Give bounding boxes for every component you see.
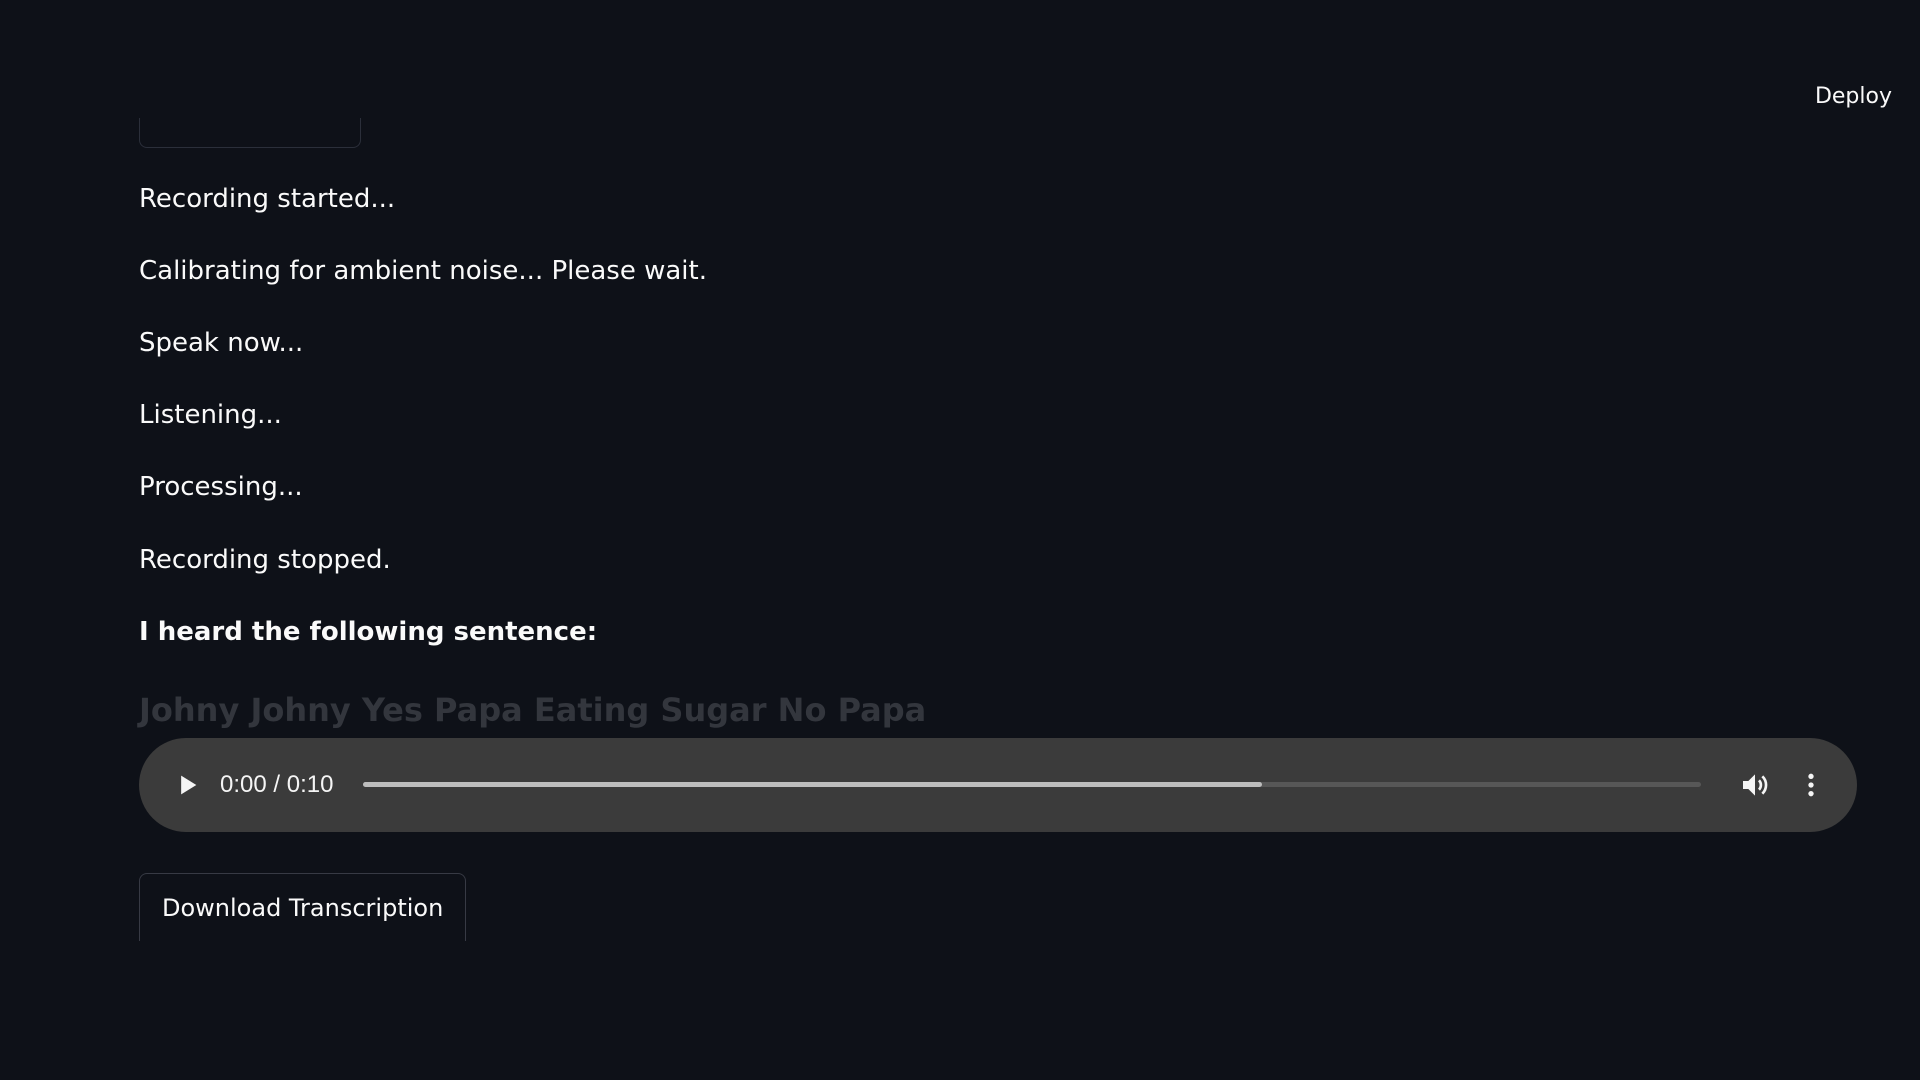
- status-recording-started: Recording started...: [139, 184, 396, 214]
- more-vertical-icon: [1808, 773, 1814, 797]
- volume-button[interactable]: [1739, 769, 1771, 801]
- status-processing: Processing...: [139, 472, 303, 502]
- status-recording-stopped: Recording stopped.: [139, 545, 391, 575]
- status-calibrating: Calibrating for ambient noise... Please …: [139, 256, 707, 286]
- play-icon: [181, 775, 197, 795]
- buffered-progress: [363, 782, 1263, 787]
- volume-icon: [1743, 774, 1768, 796]
- status-speak-now: Speak now...: [139, 328, 304, 358]
- status-listening: Listening...: [139, 400, 282, 430]
- time-display: 0:00 / 0:10: [220, 771, 334, 798]
- more-options-button[interactable]: [1795, 769, 1827, 801]
- deploy-button[interactable]: Deploy: [1815, 84, 1892, 109]
- play-button[interactable]: [173, 771, 201, 799]
- app-page: Deploy Recording started... Calibrating …: [0, 0, 1920, 1080]
- heard-sentence-label: I heard the following sentence:: [139, 617, 598, 647]
- clipped-top-button[interactable]: [139, 118, 361, 148]
- seek-bar[interactable]: [363, 782, 1701, 787]
- transcript-text: Johny Johny Yes Papa Eating Sugar No Pap…: [139, 691, 927, 729]
- audio-player: 0:00 / 0:10: [139, 738, 1857, 832]
- download-transcription-button[interactable]: Download Transcription: [139, 873, 467, 941]
